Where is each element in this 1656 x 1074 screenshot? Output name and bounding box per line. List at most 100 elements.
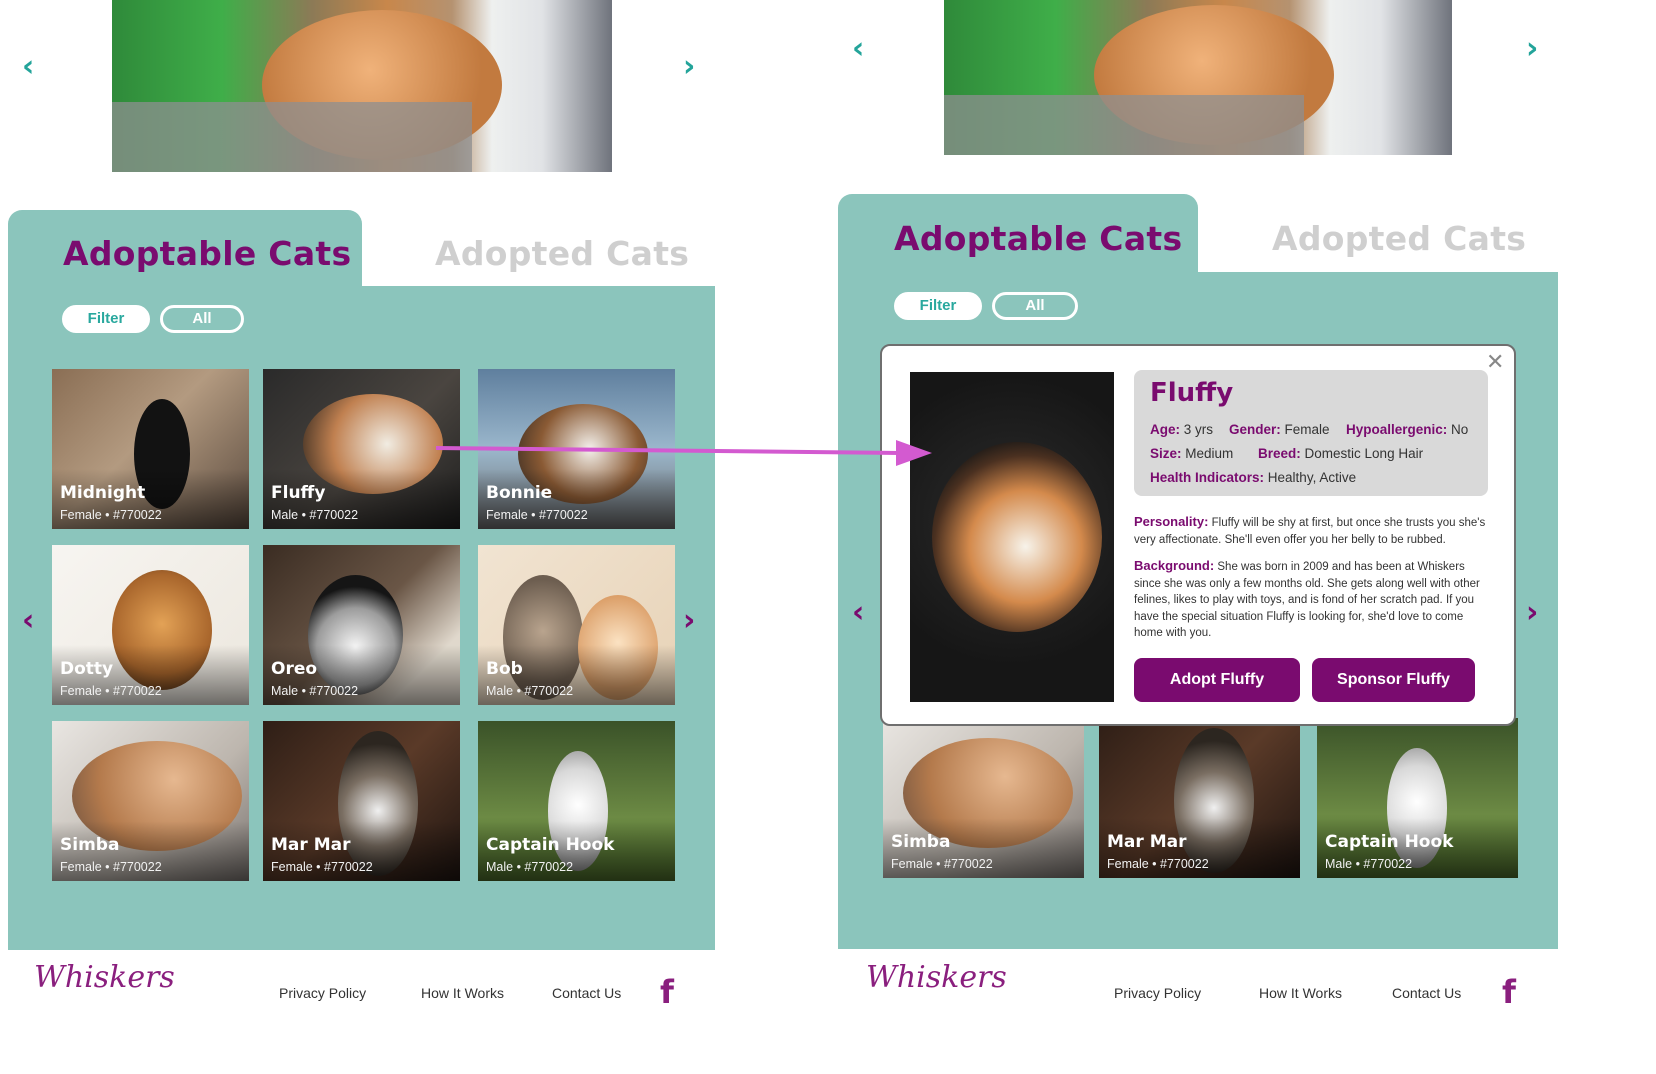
how-it-works-link[interactable]: How It Works	[1259, 985, 1342, 1001]
cat-meta: Male • #770022	[1325, 857, 1413, 871]
cat-name: Fluffy	[271, 483, 326, 503]
cat-name: Simba	[891, 832, 951, 852]
cat-name: Dotty	[60, 659, 114, 679]
hero-ledge	[944, 95, 1304, 155]
cat-detail-modal: ✕ Fluffy Age: 3 yrs Gender: Female Hypoa…	[880, 344, 1516, 726]
cat-tile-marmar[interactable]: Mar Mar Female • #770022	[1099, 718, 1300, 878]
logo-text: Whiskers	[866, 960, 1007, 995]
privacy-policy-link[interactable]: Privacy Policy	[1114, 985, 1201, 1001]
hero-next-arrow[interactable]: ›	[683, 52, 695, 82]
cat-tile-bonnie[interactable]: Bonnie Female • #770022	[478, 369, 675, 529]
cat-tile-simba[interactable]: Simba Female • #770022	[883, 718, 1084, 878]
hypo-label: Hypoallergenic:	[1346, 422, 1448, 437]
breed-label: Breed:	[1258, 446, 1301, 461]
gender-label: Gender:	[1229, 422, 1281, 437]
filter-button[interactable]: Filter	[62, 305, 150, 333]
facebook-icon[interactable]: f	[660, 973, 674, 1011]
cat-detail-photo	[910, 372, 1114, 702]
all-filter-button[interactable]: All	[160, 305, 244, 333]
cat-tile-oreo[interactable]: Oreo Male • #770022	[263, 545, 460, 705]
cat-name: Bob	[486, 659, 523, 679]
cat-detail-name: Fluffy	[1150, 378, 1234, 408]
contact-us-link[interactable]: Contact Us	[552, 985, 621, 1001]
cat-tile-midnight[interactable]: Midnight Female • #770022	[52, 369, 249, 529]
how-it-works-link[interactable]: How It Works	[421, 985, 504, 1001]
cat-tile-fluffy[interactable]: Fluffy Male • #770022	[263, 369, 460, 529]
hero-ledge	[112, 102, 472, 172]
personality-label: Personality:	[1134, 514, 1209, 529]
contact-us-link[interactable]: Contact Us	[1392, 985, 1461, 1001]
hero-image	[112, 0, 612, 172]
grid-prev-arrow[interactable]: ‹	[852, 598, 864, 628]
cat-tile-marmar[interactable]: Mar Mar Female • #770022	[263, 721, 460, 881]
cat-meta: Female • #770022	[60, 684, 162, 698]
tab-adoptable-label: Adoptable Cats	[894, 219, 1183, 258]
cat-meta: Female • #770022	[60, 860, 162, 874]
cat-meta: Female • #770022	[486, 508, 588, 522]
cat-meta: Male • #770022	[271, 508, 359, 522]
health-value: Healthy, Active	[1267, 470, 1357, 485]
whiskers-logo[interactable]: Whiskers	[34, 960, 175, 995]
cat-name: Midnight	[60, 483, 146, 503]
whiskers-logo[interactable]: Whiskers	[866, 960, 1007, 995]
cat-name: Captain Hook	[1325, 832, 1454, 852]
cat-tile-simba[interactable]: Simba Female • #770022	[52, 721, 249, 881]
filter-button[interactable]: Filter	[894, 292, 982, 320]
grid-prev-arrow[interactable]: ‹	[22, 606, 34, 636]
cat-meta: Male • #770022	[271, 684, 359, 698]
all-filter-button[interactable]: All	[992, 292, 1078, 320]
grid-next-arrow[interactable]: ›	[1526, 598, 1538, 628]
background-label: Background:	[1134, 558, 1215, 573]
cat-tile-bob[interactable]: Bob Male • #770022	[478, 545, 675, 705]
background-text: Background: She was born in 2009 and has…	[1134, 558, 1486, 642]
personality-text: Personality: Fluffy will be shy at first…	[1134, 514, 1486, 548]
cat-tile-dotty[interactable]: Dotty Female • #770022	[52, 545, 249, 705]
cat-name: Oreo	[271, 659, 318, 679]
cat-meta: Male • #770022	[486, 684, 574, 698]
age-value: 3 yrs	[1183, 422, 1214, 437]
grid-view-panel: ‹ › Adoptable Cats Adopted Cats Filter A…	[0, 0, 800, 1074]
hero-prev-arrow[interactable]: ‹	[22, 52, 34, 82]
tab-adopted-label[interactable]: Adopted Cats	[435, 234, 689, 273]
cat-meta: Female • #770022	[891, 857, 993, 871]
cat-name: Bonnie	[486, 483, 553, 503]
close-icon[interactable]: ✕	[1486, 350, 1504, 375]
cat-info-box: Fluffy Age: 3 yrs Gender: Female Hypoall…	[1134, 370, 1488, 496]
cat-tile-captainhook[interactable]: Captain Hook Male • #770022	[1317, 718, 1518, 878]
size-label: Size:	[1150, 446, 1182, 461]
cat-meta: Female • #770022	[271, 860, 373, 874]
tab-adoptable-label: Adoptable Cats	[63, 234, 352, 273]
health-label: Health Indicators:	[1150, 470, 1265, 485]
cat-silhouette	[932, 442, 1102, 632]
cat-name: Mar Mar	[271, 835, 351, 855]
health-field: Health Indicators: Healthy, Active	[1150, 470, 1356, 485]
cat-name: Mar Mar	[1107, 832, 1187, 852]
age-label: Age:	[1150, 422, 1180, 437]
breed-field: Breed: Domestic Long Hair	[1258, 446, 1423, 461]
hypoallergenic-field: Hypoallergenic: No	[1346, 422, 1468, 437]
cat-tile-captainhook[interactable]: Captain Hook Male • #770022	[478, 721, 675, 881]
hero-next-arrow[interactable]: ›	[1526, 34, 1538, 64]
tab-adopted-label[interactable]: Adopted Cats	[1272, 219, 1526, 258]
cat-meta: Female • #770022	[1107, 857, 1209, 871]
detail-view-panel: ‹ › Adoptable Cats Adopted Cats Filter A…	[838, 0, 1656, 1074]
privacy-policy-link[interactable]: Privacy Policy	[279, 985, 366, 1001]
hero-prev-arrow[interactable]: ‹	[852, 34, 864, 64]
cat-name: Captain Hook	[486, 835, 615, 855]
adopt-button[interactable]: Adopt Fluffy	[1134, 658, 1300, 702]
hero-image	[944, 0, 1452, 155]
logo-text: Whiskers	[34, 960, 175, 995]
cat-name: Simba	[60, 835, 120, 855]
sponsor-button[interactable]: Sponsor Fluffy	[1312, 658, 1475, 702]
age-field: Age: 3 yrs	[1150, 422, 1213, 437]
facebook-icon[interactable]: f	[1502, 973, 1516, 1011]
hypo-value: No	[1451, 422, 1469, 437]
gender-field: Gender: Female	[1229, 422, 1330, 437]
size-field: Size: Medium	[1150, 446, 1233, 461]
breed-value: Domestic Long Hair	[1304, 446, 1424, 461]
gender-value: Female	[1284, 422, 1330, 437]
grid-next-arrow[interactable]: ›	[683, 606, 695, 636]
cat-meta: Female • #770022	[60, 508, 162, 522]
cat-meta: Male • #770022	[486, 860, 574, 874]
size-value: Medium	[1185, 446, 1234, 461]
